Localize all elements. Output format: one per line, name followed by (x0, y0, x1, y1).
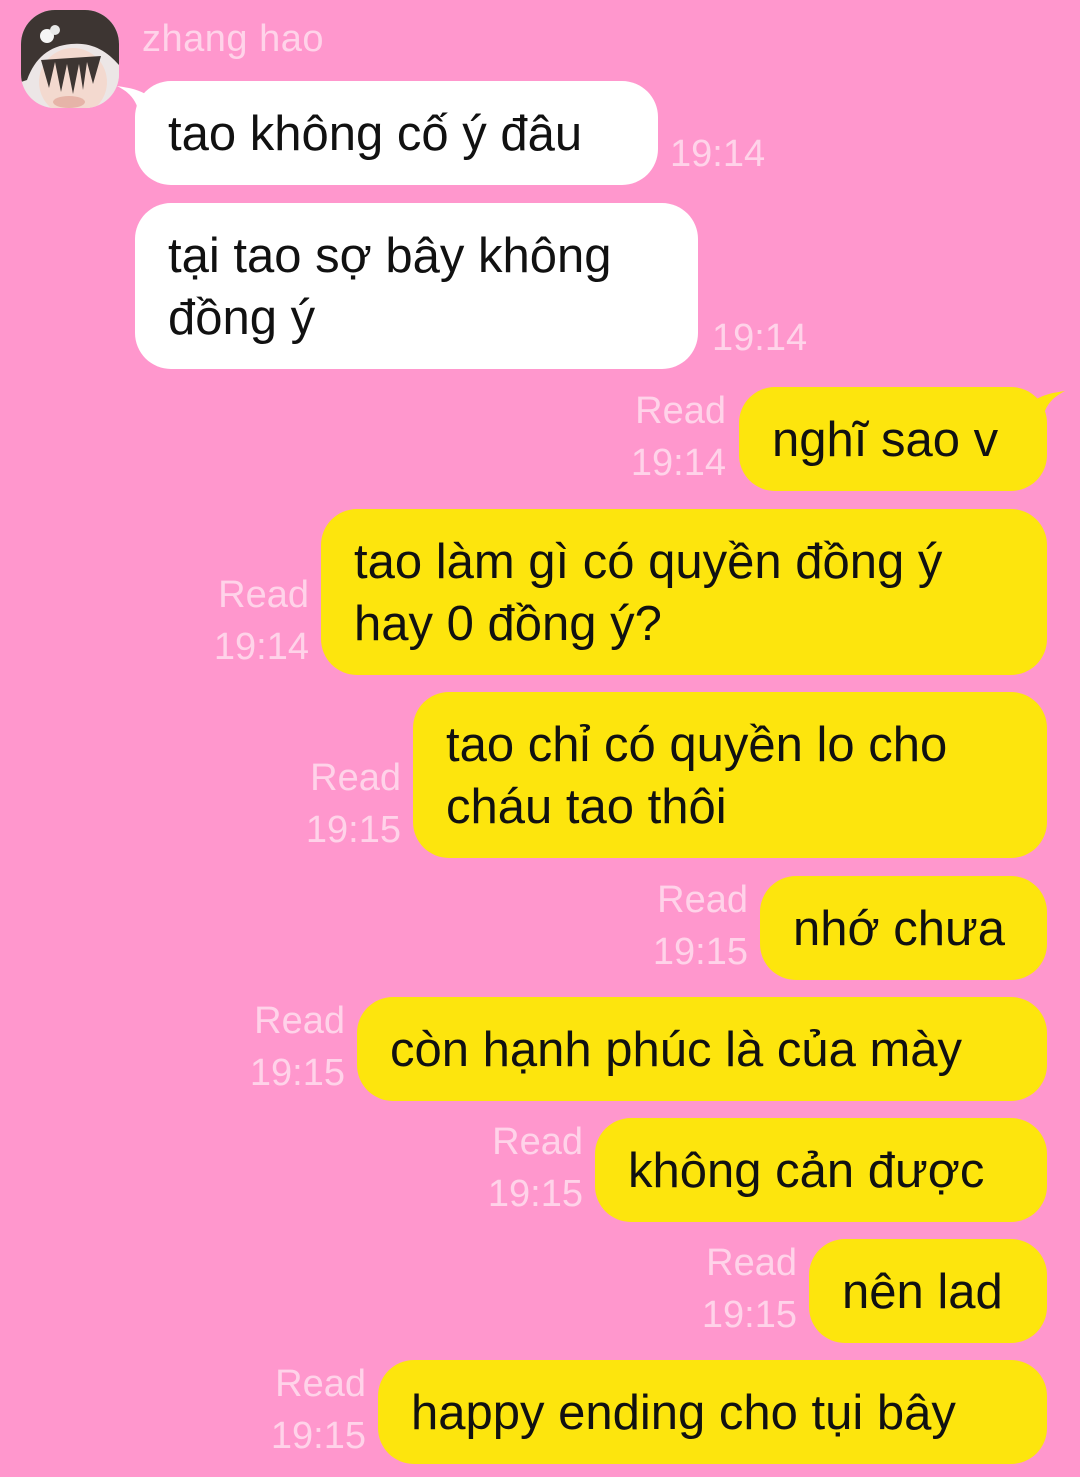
read-status: Read (706, 1242, 797, 1284)
message-bubble-outgoing[interactable]: happy ending cho tụi bây (378, 1360, 1047, 1464)
avatar-photo (21, 10, 119, 108)
message-meta: Read 19:15 (653, 874, 748, 978)
message-bubble-outgoing[interactable]: nghĩ sao v (739, 387, 1047, 491)
contact-avatar[interactable] (21, 10, 119, 108)
read-status: Read (275, 1363, 366, 1405)
message-bubble-outgoing[interactable]: nhớ chưa (760, 876, 1047, 980)
message-time: 19:15 (270, 1415, 366, 1457)
message-meta: Read 19:14 (631, 385, 726, 489)
message-meta: Read 19:15 (271, 1358, 366, 1462)
read-status: Read (492, 1121, 583, 1163)
message-time: 19:14 (213, 626, 309, 668)
read-status: Read (310, 757, 401, 799)
message-time: 19:14 (630, 442, 726, 484)
message-meta: Read 19:15 (306, 752, 401, 856)
message-meta: Read 19:15 (488, 1116, 583, 1220)
message-meta: 19:14 (670, 128, 765, 180)
message-time: 19:15 (701, 1294, 797, 1336)
message-time: 19:14 (712, 317, 808, 359)
message-bubble-outgoing[interactable]: nên lad (809, 1239, 1047, 1343)
read-status: Read (657, 879, 748, 921)
message-meta: Read 19:14 (214, 569, 309, 673)
message-meta: Read 19:15 (702, 1237, 797, 1341)
message-bubble-outgoing[interactable]: tao làm gì có quyền đồng ý hay 0 đồng ý? (321, 509, 1047, 675)
message-bubble-incoming[interactable]: tao không cố ý đâu (135, 81, 658, 185)
message-meta: Read 19:15 (250, 995, 345, 1099)
read-status: Read (218, 574, 309, 616)
message-time: 19:15 (652, 931, 748, 973)
message-time: 19:14 (670, 133, 766, 175)
message-time: 19:15 (249, 1052, 345, 1094)
read-status: Read (635, 390, 726, 432)
chat-view: zhang hao tao không cố ý đâu 19:14 tại t… (0, 0, 1080, 1477)
message-meta: 19:14 (712, 312, 807, 364)
message-bubble-incoming[interactable]: tại tao sợ bây không đồng ý (135, 203, 698, 369)
read-status: Read (254, 1000, 345, 1042)
message-bubble-outgoing[interactable]: không cản được (595, 1118, 1047, 1222)
message-bubble-outgoing[interactable]: còn hạnh phúc là của mày (357, 997, 1047, 1101)
message-time: 19:15 (487, 1173, 583, 1215)
sender-name: zhang hao (142, 18, 324, 60)
message-time: 19:15 (305, 809, 401, 851)
message-bubble-outgoing[interactable]: tao chỉ có quyền lo cho cháu tao thôi (413, 692, 1047, 858)
